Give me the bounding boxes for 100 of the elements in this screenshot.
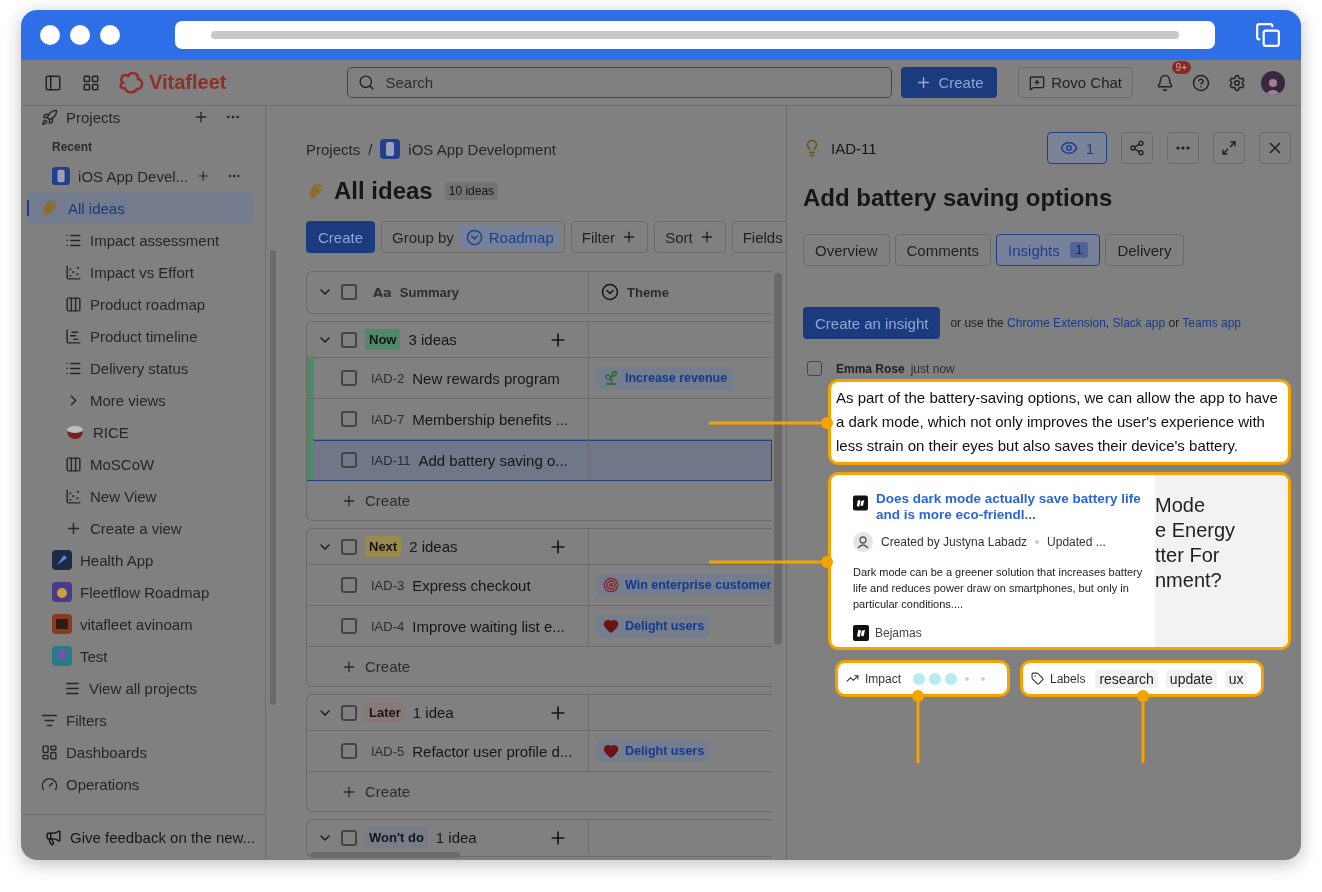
table-row[interactable]: IAD-4 Improve waiting list e... Delight users (307, 606, 772, 647)
integration-link[interactable]: Chrome Extension (1007, 316, 1106, 330)
theme-tag[interactable]: Increase revenue (597, 367, 734, 389)
scrollbar-thumb[interactable] (774, 273, 782, 645)
breadcrumb-link[interactable]: iOS App Development (408, 140, 556, 158)
idea-summary[interactable]: Express checkout (412, 576, 531, 594)
app-grid-icon[interactable] (82, 73, 100, 92)
theme-tag[interactable]: Win enterprise customer (597, 574, 772, 596)
help-icon[interactable] (1192, 73, 1210, 92)
copy-icon[interactable] (1255, 22, 1281, 48)
group-checkbox[interactable] (341, 704, 357, 721)
sidebar-item[interactable]: RICE (21, 416, 253, 448)
rovo-chat-button[interactable]: Rovo Chat (1018, 67, 1133, 98)
sidebar-item[interactable]: All ideas (27, 192, 253, 224)
table-row[interactable]: IAD-5 Refactor user profile d... Delight users (307, 731, 772, 772)
toolbar-button[interactable]: Sort (654, 221, 726, 253)
toolbar-button[interactable]: Filter (570, 221, 649, 253)
window-dot[interactable] (70, 25, 90, 45)
settings-icon[interactable] (1228, 73, 1246, 92)
address-bar[interactable] (175, 21, 1215, 49)
rating-dot[interactable] (929, 672, 941, 685)
row-checkbox[interactable] (341, 370, 357, 386)
table-row[interactable]: IAD-3 Express checkout Win enterprise customer (307, 565, 772, 606)
theme-tag[interactable]: Delight users (597, 615, 711, 637)
idea-summary[interactable]: Refactor user profile d... (412, 742, 573, 760)
group-checkbox[interactable] (341, 829, 357, 846)
create-row-button[interactable]: Create (307, 772, 772, 811)
tab[interactable]: Insights 1 (996, 234, 1101, 266)
table-row[interactable]: IAD-2 New rewards program Increase revenue (307, 358, 772, 399)
add-icon[interactable] (196, 168, 211, 184)
search-input[interactable]: Search (383, 73, 882, 92)
integration-link[interactable]: Teams app (1182, 316, 1242, 330)
sidebar-item[interactable]: More views (21, 384, 253, 416)
table-row[interactable]: IAD-11 Add battery saving o... (307, 440, 772, 481)
label-tag[interactable]: research (1095, 669, 1158, 688)
more-button[interactable] (1167, 132, 1199, 164)
sidebar-item[interactable]: Impact vs Effort (21, 256, 253, 288)
close-button[interactable] (1259, 132, 1291, 164)
sidebar-item[interactable]: Create a view (21, 512, 253, 544)
row-checkbox[interactable] (341, 452, 357, 468)
user-avatar[interactable] (1261, 70, 1285, 95)
idea-summary[interactable]: Improve waiting list e... (412, 617, 565, 635)
feedback-link[interactable]: Give feedback on the new... (21, 814, 265, 860)
label-tag[interactable]: ux (1224, 669, 1248, 688)
notifications-icon[interactable] (1156, 73, 1174, 92)
create-button[interactable]: Create (306, 221, 376, 253)
rating-dot[interactable] (965, 676, 969, 681)
row-checkbox[interactable] (341, 618, 357, 634)
labels-field[interactable]: Labels research update ux (1020, 660, 1265, 697)
project-item[interactable]: View all projects (21, 672, 253, 704)
integration-link[interactable]: Slack app (1112, 316, 1166, 330)
sidebar-item[interactable]: New View (21, 480, 253, 512)
breadcrumb-link[interactable]: Projects (306, 140, 361, 158)
project-item[interactable]: vitafleet avinoam (21, 608, 253, 640)
row-checkbox[interactable] (341, 411, 357, 427)
insight-checkbox[interactable] (807, 361, 822, 376)
label-tag[interactable]: update (1165, 669, 1217, 688)
nav-item[interactable]: Filters (21, 704, 253, 736)
idea-summary[interactable]: Membership benefits ... (412, 410, 569, 428)
sidebar-item[interactable]: Product timeline (21, 320, 253, 352)
project-item[interactable]: Health App (21, 544, 253, 576)
article-link[interactable]: Does dark mode actually save battery life and is more eco-friendl... (875, 491, 1143, 523)
projects-header[interactable]: Projects (21, 106, 253, 128)
window-dot[interactable] (100, 25, 120, 45)
row-checkbox[interactable] (341, 743, 357, 759)
rating-dot[interactable] (981, 676, 985, 681)
window-dot[interactable] (40, 25, 60, 45)
expand-button[interactable] (1213, 132, 1245, 164)
sidebar-item[interactable]: Impact assessment (21, 224, 253, 256)
select-all-checkbox[interactable] (341, 284, 357, 300)
issue-key[interactable]: IAD-11 (831, 139, 1037, 157)
project-item[interactable]: iOS App Devel... (21, 160, 253, 192)
tab[interactable]: Comments (894, 234, 992, 266)
create-row-button[interactable]: Create (307, 481, 772, 520)
nav-item[interactable]: Operations (21, 768, 253, 800)
watch-button[interactable]: 1 (1047, 132, 1107, 164)
project-item[interactable]: Test (21, 640, 253, 672)
group-checkbox[interactable] (341, 538, 357, 555)
row-checkbox[interactable] (341, 577, 357, 593)
create-insight-button[interactable]: Create an insight (803, 307, 941, 339)
search-field[interactable]: Search (347, 67, 893, 98)
create-button[interactable]: Create (901, 67, 998, 98)
create-row-button[interactable]: Create (307, 647, 772, 686)
column-header[interactable]: Summary (399, 284, 460, 300)
share-button[interactable] (1121, 132, 1153, 164)
idea-summary[interactable]: New rewards program (412, 369, 560, 387)
sidebar-toggle-icon[interactable] (44, 73, 62, 92)
rating-dot[interactable] (913, 672, 925, 685)
sidebar-item[interactable]: MoSCoW (21, 448, 253, 480)
group-checkbox[interactable] (341, 331, 357, 348)
nav-item[interactable]: Dashboards (21, 736, 253, 768)
rating-dot[interactable] (945, 672, 957, 685)
sidebar-item[interactable]: Delivery status (21, 352, 253, 384)
impact-field[interactable]: Impact (835, 660, 1010, 697)
tab[interactable]: Delivery (1105, 234, 1184, 266)
link-preview-card[interactable] (828, 472, 1291, 650)
project-item[interactable]: Fleetflow Roadmap (21, 576, 253, 608)
theme-tag[interactable]: Delight users (597, 740, 711, 762)
add-icon[interactable] (193, 109, 209, 125)
sidebar-item[interactable]: Product roadmap (21, 288, 253, 320)
